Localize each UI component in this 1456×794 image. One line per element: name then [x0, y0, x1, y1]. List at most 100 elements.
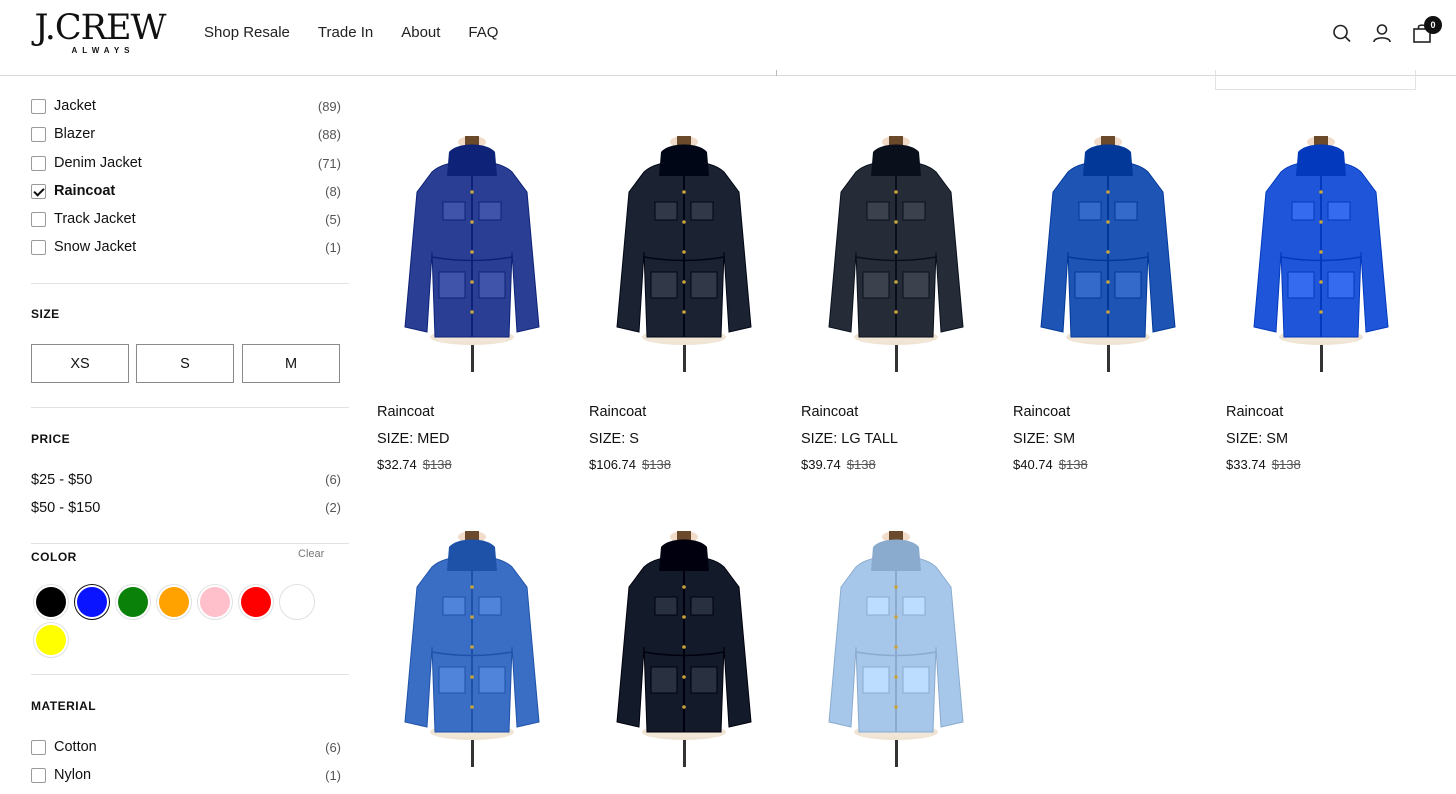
filter-option-blazer[interactable]: Blazer (88) — [31, 123, 341, 145]
facet-title-color[interactable]: COLOR — [31, 550, 77, 564]
filter-sidebar: Jacket (89) Blazer (88) Denim Jacket (71… — [31, 76, 349, 794]
sale-price: $33.74 — [1226, 457, 1266, 472]
color-swatch-black[interactable] — [36, 587, 66, 617]
price-option-count: (6) — [325, 472, 341, 487]
filter-option-label: Blazer — [54, 126, 96, 142]
product-price: $39.74 $138 — [801, 457, 876, 472]
checkbox[interactable] — [31, 98, 46, 114]
original-price: $138 — [422, 457, 452, 472]
filter-option-label: Denim Jacket — [54, 155, 142, 171]
facet-title-material[interactable]: MATERIAL — [31, 699, 96, 713]
main-nav: Shop Resale Trade In About FAQ — [204, 24, 498, 41]
search-icon[interactable] — [1332, 22, 1352, 44]
color-swatch-white[interactable] — [282, 587, 312, 617]
product-card[interactable] — [801, 527, 991, 772]
product-card[interactable]: Raincoat SIZE: S $106.74 $138 — [589, 132, 779, 472]
product-image[interactable] — [589, 132, 779, 377]
checkbox[interactable] — [31, 155, 46, 171]
product-title[interactable]: Raincoat — [1226, 404, 1283, 420]
price-option-label: $25 - $50 — [31, 472, 93, 488]
product-title[interactable]: Raincoat — [1013, 404, 1070, 420]
product-card[interactable] — [377, 527, 567, 772]
checkbox[interactable] — [31, 126, 46, 142]
product-image[interactable] — [377, 132, 567, 377]
filter-option-label: Raincoat — [54, 183, 116, 199]
original-price: $138 — [1271, 457, 1301, 472]
sale-price: $32.74 — [377, 457, 417, 472]
filter-option-nylon[interactable]: Nylon (1) — [31, 764, 341, 786]
facet-divider — [31, 543, 349, 544]
account-icon[interactable] — [1372, 22, 1392, 44]
product-image[interactable] — [801, 132, 991, 377]
filter-option-label: Track Jacket — [54, 211, 136, 227]
checkbox-checked[interactable] — [31, 183, 46, 199]
color-swatch-red[interactable] — [241, 587, 271, 617]
product-title[interactable]: Raincoat — [377, 404, 434, 420]
checkbox[interactable] — [31, 739, 46, 755]
filter-option-label: Cotton — [54, 739, 97, 755]
facet-divider — [31, 674, 349, 675]
filter-option-count: (89) — [317, 98, 341, 114]
product-size: SIZE: MED — [377, 431, 450, 447]
product-image[interactable] — [801, 527, 991, 772]
price-option-50-150[interactable]: $50 - $150 (2) — [31, 500, 341, 516]
facet-title-price[interactable]: PRICE — [31, 432, 70, 446]
product-image[interactable] — [377, 527, 567, 772]
filter-option-count: (1) — [325, 239, 341, 255]
product-card[interactable]: Raincoat SIZE: SM $40.74 $138 — [1013, 132, 1203, 472]
size-option-s[interactable]: S — [136, 344, 234, 383]
facet-title-size[interactable]: SIZE — [31, 307, 60, 321]
product-image[interactable] — [589, 527, 779, 772]
product-card[interactable]: Raincoat SIZE: MED $32.74 $138 — [377, 132, 567, 472]
filter-option-count: (6) — [325, 739, 341, 755]
nav-trade-in[interactable]: Trade In — [318, 24, 373, 41]
color-swatch-orange[interactable] — [159, 587, 189, 617]
checkbox[interactable] — [31, 211, 46, 227]
filter-option-raincoat[interactable]: Raincoat (8) — [31, 180, 341, 202]
size-option-xs[interactable]: XS — [31, 344, 129, 383]
product-size: SIZE: LG TALL — [801, 431, 898, 447]
color-swatch-yellow[interactable] — [36, 625, 66, 655]
header-actions: 0 — [1332, 16, 1442, 44]
nav-about[interactable]: About — [401, 24, 440, 41]
sort-dropdown[interactable] — [1215, 70, 1416, 90]
product-card[interactable] — [589, 527, 779, 772]
product-size: SIZE: SM — [1013, 431, 1076, 447]
color-swatch-blue[interactable] — [77, 587, 107, 617]
product-price: $33.74 $138 — [1226, 457, 1301, 472]
filter-option-track-jacket[interactable]: Track Jacket (5) — [31, 208, 341, 230]
color-swatch-green[interactable] — [118, 587, 148, 617]
size-option-m[interactable]: M — [242, 344, 340, 383]
original-price: $138 — [1058, 457, 1088, 472]
product-image[interactable] — [1226, 132, 1416, 377]
checkbox[interactable] — [31, 767, 46, 783]
product-price: $40.74 $138 — [1013, 457, 1088, 472]
product-image[interactable] — [1013, 132, 1203, 377]
filter-option-count: (5) — [325, 211, 341, 227]
product-price: $32.74 $138 — [377, 457, 452, 472]
facet-divider — [31, 283, 349, 284]
cart-button[interactable]: 0 — [1412, 16, 1442, 44]
color-clear-link[interactable]: Clear — [298, 548, 324, 560]
filter-option-cotton[interactable]: Cotton (6) — [31, 736, 341, 758]
price-option-25-50[interactable]: $25 - $50 (6) — [31, 472, 341, 488]
filter-option-denim-jacket[interactable]: Denim Jacket (71) — [31, 152, 341, 174]
product-title[interactable]: Raincoat — [589, 404, 646, 420]
filter-option-label: Jacket — [54, 98, 96, 114]
product-card[interactable]: Raincoat SIZE: LG TALL $39.74 $138 — [801, 132, 991, 472]
nav-faq[interactable]: FAQ — [468, 24, 498, 41]
filter-option-snow-jacket[interactable]: Snow Jacket (1) — [31, 236, 341, 258]
nav-shop-resale[interactable]: Shop Resale — [204, 24, 290, 41]
toolbar-divider — [776, 70, 777, 76]
price-option-label: $50 - $150 — [31, 500, 101, 516]
jcrew-logo[interactable]: J.CREW ALWAYS — [30, 10, 170, 60]
checkbox[interactable] — [31, 239, 46, 255]
filter-option-count: (1) — [325, 767, 341, 783]
filter-option-count: (8) — [325, 183, 341, 199]
filter-option-jacket[interactable]: Jacket (89) — [31, 95, 341, 117]
color-swatch-pink[interactable] — [200, 587, 230, 617]
facet-divider — [31, 407, 349, 408]
product-title[interactable]: Raincoat — [801, 404, 858, 420]
sale-price: $106.74 — [589, 457, 636, 472]
product-card[interactable]: Raincoat SIZE: SM $33.74 $138 — [1226, 132, 1416, 472]
